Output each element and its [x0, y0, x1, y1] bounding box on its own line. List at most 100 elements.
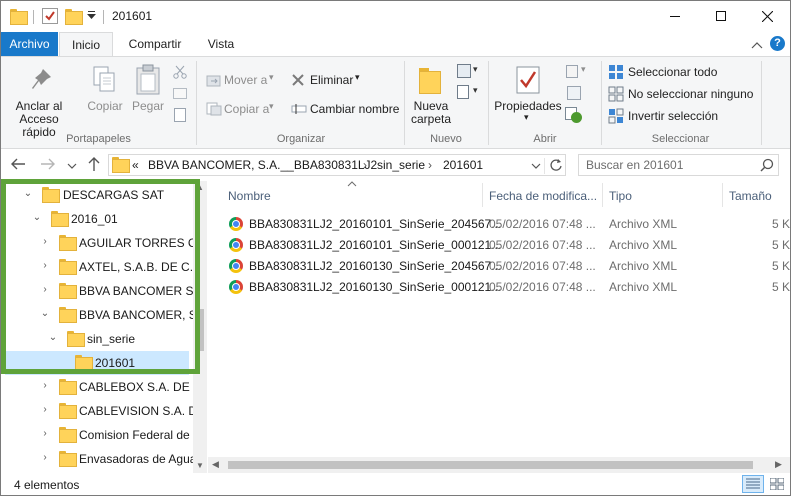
- recent-locations-button[interactable]: [67, 159, 77, 169]
- tree-item[interactable]: › CABLEVISION S.A. DE: [1, 399, 205, 423]
- group-label-select: Seleccionar: [651, 133, 710, 145]
- address-bar[interactable]: « BBVA BANCOMER, S.A.__BBA830831LJ2 › si…: [108, 154, 566, 176]
- copy-to-button[interactable]: Copiar a ▾: [206, 100, 282, 118]
- tree-item-label: CABLEBOX S.A. DE C.: [79, 380, 206, 394]
- chrome-file-icon: [229, 259, 243, 273]
- address-dropdown-icon[interactable]: [529, 158, 545, 174]
- scroll-right-icon[interactable]: ▶: [775, 459, 782, 470]
- copy-to-icon: [206, 102, 222, 116]
- invert-selection-button[interactable]: Invertir selección: [608, 107, 758, 125]
- chevron-right-icon[interactable]: ›: [40, 429, 50, 439]
- edit-icon[interactable]: [567, 86, 581, 100]
- details-view-icon: [746, 478, 760, 489]
- tab-view[interactable]: Vista: [195, 32, 247, 56]
- file-row[interactable]: BBA830831LJ2_20160101_SinSerie_204567...…: [225, 214, 790, 235]
- move-to-button[interactable]: Mover a ▾: [206, 71, 282, 89]
- tree-item[interactable]: › Envasadoras de Agua: [1, 447, 196, 471]
- sort-ascending-icon: [347, 181, 357, 187]
- paste-label: Pegar: [131, 99, 165, 113]
- search-box[interactable]: Buscar en 201601: [578, 154, 779, 176]
- select-all-label: Seleccionar todo: [628, 65, 718, 79]
- new-folder-quick-icon[interactable]: [65, 9, 83, 25]
- up-button[interactable]: [87, 156, 103, 174]
- folder-icon: [59, 403, 77, 419]
- breadcrumb-separator-icon[interactable]: ›: [363, 158, 367, 172]
- column-header-date[interactable]: Fecha de modifica...: [489, 189, 597, 203]
- item-count: 4 elementos: [14, 478, 80, 492]
- file-list: Nombre Fecha de modifica... Tipo Tamaño …: [208, 181, 790, 473]
- cut-icon[interactable]: [173, 65, 187, 79]
- paste-shortcut-icon[interactable]: [174, 108, 186, 122]
- tree-item[interactable]: › CABLEBOX S.A. DE C.: [1, 375, 205, 399]
- minimize-button[interactable]: [652, 1, 698, 31]
- file-row[interactable]: BBA830831LJ2_20160101_SinSerie_000121...…: [225, 235, 790, 256]
- breadcrumb-separator-icon[interactable]: ›: [428, 158, 432, 172]
- file-date: 05/02/2016 07:48 ...: [489, 259, 596, 273]
- file-type: Archivo XML: [609, 217, 678, 231]
- column-header-type[interactable]: Tipo: [609, 189, 632, 203]
- properties-icon: [516, 66, 540, 94]
- tree-item[interactable]: › Comision Federal de: [1, 423, 193, 447]
- properties-quick-icon[interactable]: [42, 8, 58, 24]
- select-none-icon: [608, 86, 624, 102]
- ribbon: Anclar al Acceso rápido Copiar Pegar Por…: [1, 56, 790, 149]
- breadcrumb-item[interactable]: sin_serie: [377, 158, 425, 172]
- breadcrumb-overflow[interactable]: «: [132, 158, 139, 172]
- select-all-button[interactable]: Seleccionar todo: [608, 63, 758, 81]
- delete-label: Eliminar: [310, 73, 354, 87]
- rename-button[interactable]: Cambiar nombre: [291, 100, 399, 118]
- folder-icon: [10, 9, 28, 25]
- chevron-right-icon[interactable]: ›: [40, 405, 50, 415]
- breadcrumb-item[interactable]: 201601: [443, 158, 483, 172]
- status-bar: 4 elementos: [1, 473, 790, 495]
- copy-to-label: Copiar a: [224, 102, 270, 116]
- chevron-right-icon[interactable]: ›: [40, 381, 50, 391]
- title-bar: 201601: [1, 1, 790, 32]
- file-name: BBA830831LJ2_20160130_SinSerie_204567...: [249, 259, 502, 273]
- column-header-name[interactable]: Nombre: [228, 189, 271, 203]
- file-list-scrollbar[interactable]: ◀ ▶: [208, 457, 790, 473]
- new-item-icon[interactable]: ▾: [457, 64, 481, 80]
- column-header-size[interactable]: Tamaño: [729, 189, 772, 203]
- scroll-down-icon[interactable]: ▼: [196, 461, 204, 470]
- properties-button[interactable]: Propiedades ▾: [494, 63, 562, 129]
- large-icons-view-button[interactable]: [767, 475, 787, 493]
- close-button[interactable]: [744, 1, 790, 31]
- horizontal-scrollbar-thumb[interactable]: [228, 461, 753, 469]
- paste-icon: [136, 64, 160, 95]
- pin-icon: [32, 69, 51, 89]
- tree-item-label: CABLEVISION S.A. DE: [79, 404, 206, 418]
- rename-icon: [291, 104, 307, 114]
- open-icon[interactable]: ▾: [566, 64, 590, 80]
- quick-access-dropdown-icon[interactable]: [87, 11, 96, 21]
- search-input[interactable]: Buscar en 201601: [586, 158, 683, 172]
- minimize-icon: [670, 15, 680, 17]
- breadcrumb-item[interactable]: BBVA BANCOMER, S.A.__BBA830831LJ2: [148, 158, 377, 172]
- chevron-right-icon[interactable]: ›: [40, 453, 50, 463]
- refresh-icon[interactable]: [548, 157, 564, 173]
- easy-access-icon[interactable]: ▾: [457, 85, 481, 101]
- maximize-button[interactable]: [698, 1, 744, 31]
- new-folder-button[interactable]: Nueva carpeta: [408, 63, 454, 129]
- details-view-button[interactable]: [742, 475, 764, 493]
- paste-button[interactable]: Pegar: [129, 63, 167, 123]
- copy-button[interactable]: Copiar: [85, 63, 125, 123]
- file-row[interactable]: BBA830831LJ2_20160130_SinSerie_204567...…: [225, 256, 790, 277]
- file-type: Archivo XML: [609, 238, 678, 252]
- tab-file[interactable]: Archivo: [1, 32, 58, 56]
- delete-button[interactable]: Eliminar ▾: [291, 71, 367, 89]
- pin-quick-access-button[interactable]: Anclar al Acceso rápido: [7, 63, 71, 139]
- file-row[interactable]: BBA830831LJ2_20160130_SinSerie_000121...…: [225, 277, 791, 298]
- back-button[interactable]: [10, 157, 26, 173]
- tab-share[interactable]: Compartir: [119, 32, 191, 56]
- scroll-left-icon[interactable]: ◀: [212, 459, 219, 470]
- chrome-file-icon: [229, 217, 243, 231]
- collapse-ribbon-icon[interactable]: [751, 38, 763, 50]
- forward-button[interactable]: [40, 157, 56, 173]
- history-icon[interactable]: [565, 107, 585, 123]
- tab-home[interactable]: Inicio: [59, 32, 113, 57]
- help-icon[interactable]: ?: [770, 36, 785, 51]
- copy-path-icon[interactable]: [173, 88, 187, 99]
- file-size: 5 KB: [772, 280, 791, 294]
- select-none-button[interactable]: No seleccionar ninguno: [608, 85, 778, 103]
